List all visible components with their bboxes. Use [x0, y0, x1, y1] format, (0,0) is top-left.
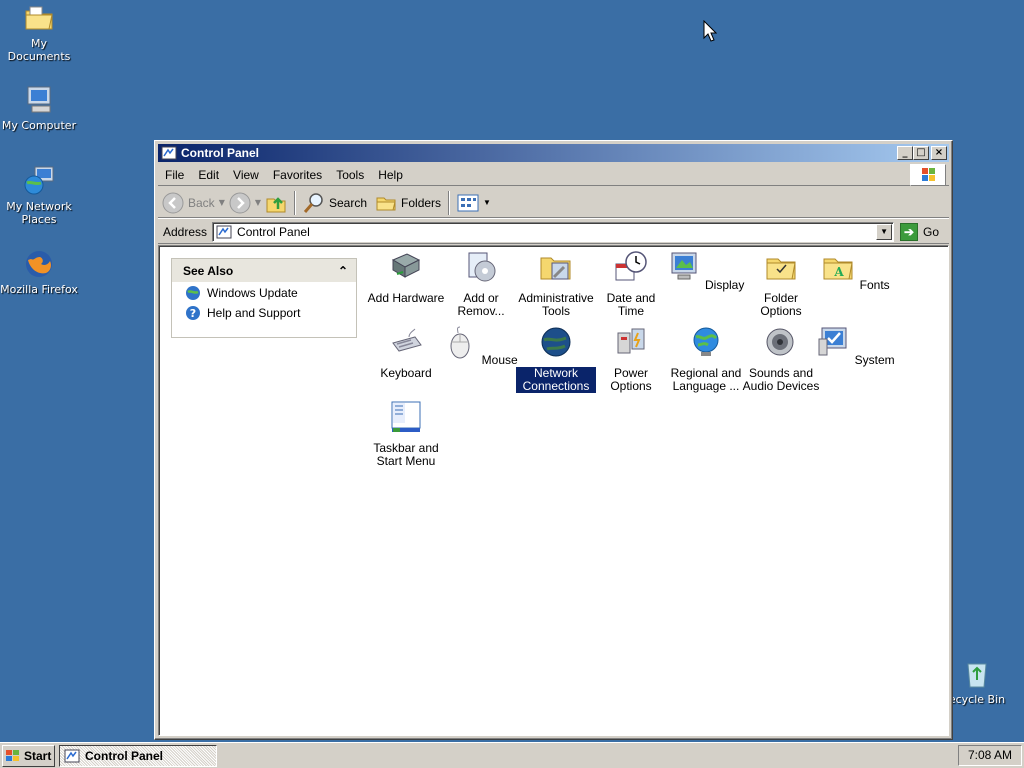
desktop-icon-my-computer[interactable]: My Computer: [0, 84, 78, 132]
cp-system[interactable]: System: [816, 325, 896, 367]
folders-button[interactable]: Folders: [371, 190, 445, 216]
back-arrow-icon: [162, 192, 184, 213]
cp-network-connections[interactable]: Network Connections: [515, 325, 597, 394]
close-button[interactable]: ×: [931, 146, 947, 160]
cp-date-time[interactable]: Date and Time: [591, 250, 671, 318]
folder-documents-icon: [23, 2, 55, 34]
forward-arrow-icon: [229, 192, 251, 213]
views-button[interactable]: ▼: [453, 190, 495, 216]
search-button[interactable]: Search: [299, 190, 371, 216]
address-label: Address: [163, 224, 208, 239]
minimize-button[interactable]: _: [897, 146, 913, 160]
address-input[interactable]: Control Panel ▼: [212, 221, 895, 242]
control-panel-icon: [64, 749, 80, 762]
views-icon: [457, 194, 479, 211]
network-connections-icon: [541, 327, 571, 357]
network-places-icon: [23, 165, 55, 197]
control-panel-icon: [216, 225, 232, 238]
cp-folder-options[interactable]: Folder Options: [741, 250, 821, 318]
recycle-bin-icon: [961, 658, 993, 690]
cp-fonts[interactable]: A Fonts: [816, 250, 896, 292]
menu-help[interactable]: Help: [371, 166, 410, 184]
start-button[interactable]: Start: [2, 744, 55, 767]
see-also-header[interactable]: See Also ⌃: [172, 259, 356, 282]
taskbar-start-menu-icon: [391, 401, 421, 432]
system-tray-clock[interactable]: 7:08 AM: [958, 745, 1022, 766]
sounds-icon: [766, 328, 794, 356]
cp-sounds-audio[interactable]: Sounds and Audio Devices: [741, 325, 821, 393]
title-bar[interactable]: Control Panel _ □ ×: [158, 144, 949, 162]
back-button[interactable]: Back: [158, 190, 219, 216]
control-panel-icon: [161, 146, 177, 160]
windows-logo-icon: [910, 164, 946, 186]
taskbar-button-control-panel[interactable]: Control Panel: [59, 744, 217, 767]
cp-power-options[interactable]: Power Options: [591, 325, 671, 393]
cp-mouse[interactable]: Mouse: [441, 325, 521, 367]
collapse-chevron-icon[interactable]: ⌃: [338, 264, 348, 278]
content-pane: See Also ⌃ Windows Update ? Help and Sup…: [158, 245, 949, 736]
maximize-button[interactable]: □: [913, 146, 929, 160]
control-panel-window: Control Panel _ □ × File Edit View Favor…: [154, 140, 953, 740]
keyboard-icon: [392, 328, 422, 352]
svg-text:A: A: [834, 265, 845, 279]
svg-text:?: ?: [190, 307, 196, 320]
taskbar: Start Control Panel 7:08 AM: [0, 742, 1024, 768]
window-title: Control Panel: [181, 146, 260, 160]
computer-icon: [23, 84, 55, 116]
up-folder-icon: [266, 196, 286, 212]
toolbar: Back ▼ ▼ Search Folders ▼: [158, 188, 949, 218]
desktop-icon-my-documents[interactable]: My Documents: [0, 2, 78, 63]
folder-options-icon: [766, 258, 796, 280]
cp-display[interactable]: Display: [666, 250, 746, 292]
address-dropdown-icon[interactable]: ▼: [876, 223, 893, 240]
add-hardware-icon: [391, 253, 421, 278]
cp-regional-language[interactable]: Regional and Language ...: [666, 325, 746, 393]
cp-keyboard[interactable]: Keyboard: [366, 325, 446, 380]
menu-tools[interactable]: Tools: [329, 166, 371, 184]
cp-add-remove-programs[interactable]: Add or Remov...: [441, 250, 521, 318]
see-also-panel: See Also ⌃ Windows Update ? Help and Sup…: [171, 258, 357, 338]
cp-administrative-tools[interactable]: Administrative Tools: [516, 250, 596, 318]
mouse-pointer-icon: [703, 20, 717, 42]
views-dropdown-icon: ▼: [483, 198, 491, 207]
menu-bar: File Edit View Favorites Tools Help: [158, 164, 949, 186]
menu-favorites[interactable]: Favorites: [266, 166, 329, 184]
address-bar: Address Control Panel ▼ ➔ Go: [158, 220, 949, 244]
toolbar-separator: [448, 190, 451, 215]
windows-logo-icon: [6, 749, 19, 761]
toolbar-separator: [294, 190, 296, 215]
see-also-help-support[interactable]: ? Help and Support: [172, 302, 356, 322]
mouse-icon: [450, 326, 470, 359]
go-button[interactable]: ➔ Go: [900, 222, 939, 241]
system-icon: [818, 327, 847, 356]
desktop-icon-my-network-places[interactable]: My Network Places: [0, 165, 78, 226]
search-icon: [303, 192, 323, 213]
date-time-icon: [615, 251, 647, 281]
windows-update-icon: [186, 286, 200, 300]
cp-taskbar-start-menu[interactable]: Taskbar and Start Menu: [366, 400, 446, 468]
add-remove-programs-icon: [468, 252, 496, 282]
regional-language-icon: [693, 327, 719, 356]
desktop-icon-mozilla-firefox[interactable]: Mozilla Firefox: [0, 248, 78, 296]
power-options-icon: [617, 328, 645, 354]
display-icon: [671, 252, 697, 280]
cp-add-hardware[interactable]: Add Hardware: [366, 250, 446, 305]
firefox-icon: [23, 248, 55, 280]
help-icon: ?: [186, 306, 200, 320]
forward-button[interactable]: [225, 190, 255, 216]
go-arrow-icon: ➔: [900, 222, 919, 241]
up-folder-button[interactable]: [261, 190, 291, 216]
admin-tools-icon: [540, 257, 571, 280]
folders-icon: [376, 197, 396, 210]
fonts-icon: A: [823, 258, 853, 280]
menu-file[interactable]: File: [158, 166, 191, 184]
see-also-windows-update[interactable]: Windows Update: [172, 282, 356, 302]
menu-edit[interactable]: Edit: [191, 166, 226, 184]
menu-view[interactable]: View: [226, 166, 266, 184]
